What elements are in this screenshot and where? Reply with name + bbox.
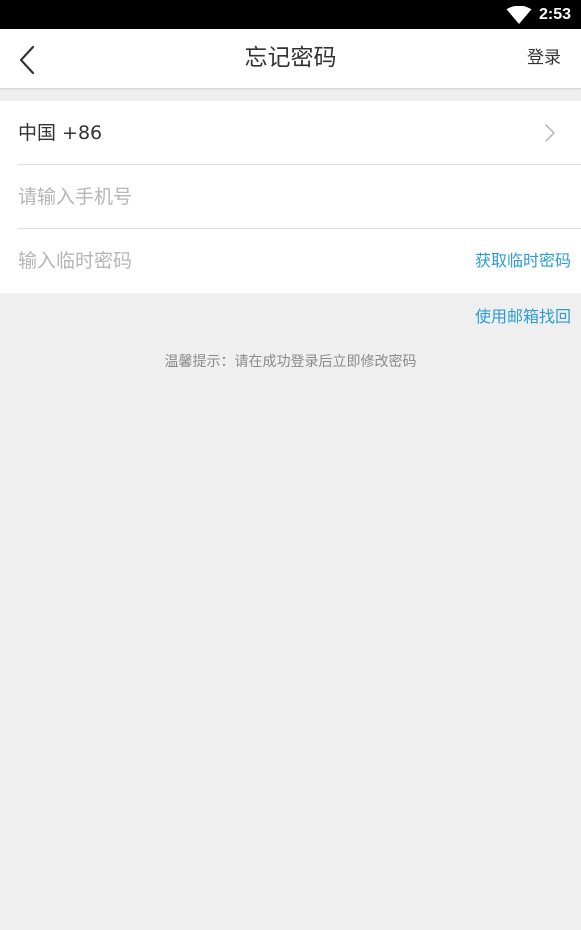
page-title: 忘记密码 <box>244 45 337 71</box>
back-button[interactable] <box>10 41 46 77</box>
status-bar: 2:53 <box>0 0 581 29</box>
phone-row <box>18 165 581 229</box>
country-selector[interactable]: 中国 +86 <box>18 101 581 165</box>
wifi-icon <box>506 5 532 24</box>
login-button[interactable]: 登录 <box>527 29 561 88</box>
forgot-password-form: 中国 +86 获取临时密码 <box>0 101 581 293</box>
status-time: 2:53 <box>538 6 571 23</box>
temp-password-input[interactable] <box>18 239 318 283</box>
temp-password-row: 获取临时密码 <box>18 229 581 293</box>
phone-input[interactable] <box>18 175 458 219</box>
nav-bar: 忘记密码 登录 <box>0 29 581 89</box>
get-temp-password-button[interactable]: 获取临时密码 <box>475 229 571 293</box>
hint-text: 温馨提示：请在成功登录后立即修改密码 <box>164 354 417 370</box>
email-recovery-link[interactable]: 使用邮箱找回 <box>475 305 571 329</box>
country-code-label: 中国 +86 <box>18 122 103 144</box>
chevron-right-icon <box>545 124 555 142</box>
chevron-left-icon <box>19 45 35 75</box>
